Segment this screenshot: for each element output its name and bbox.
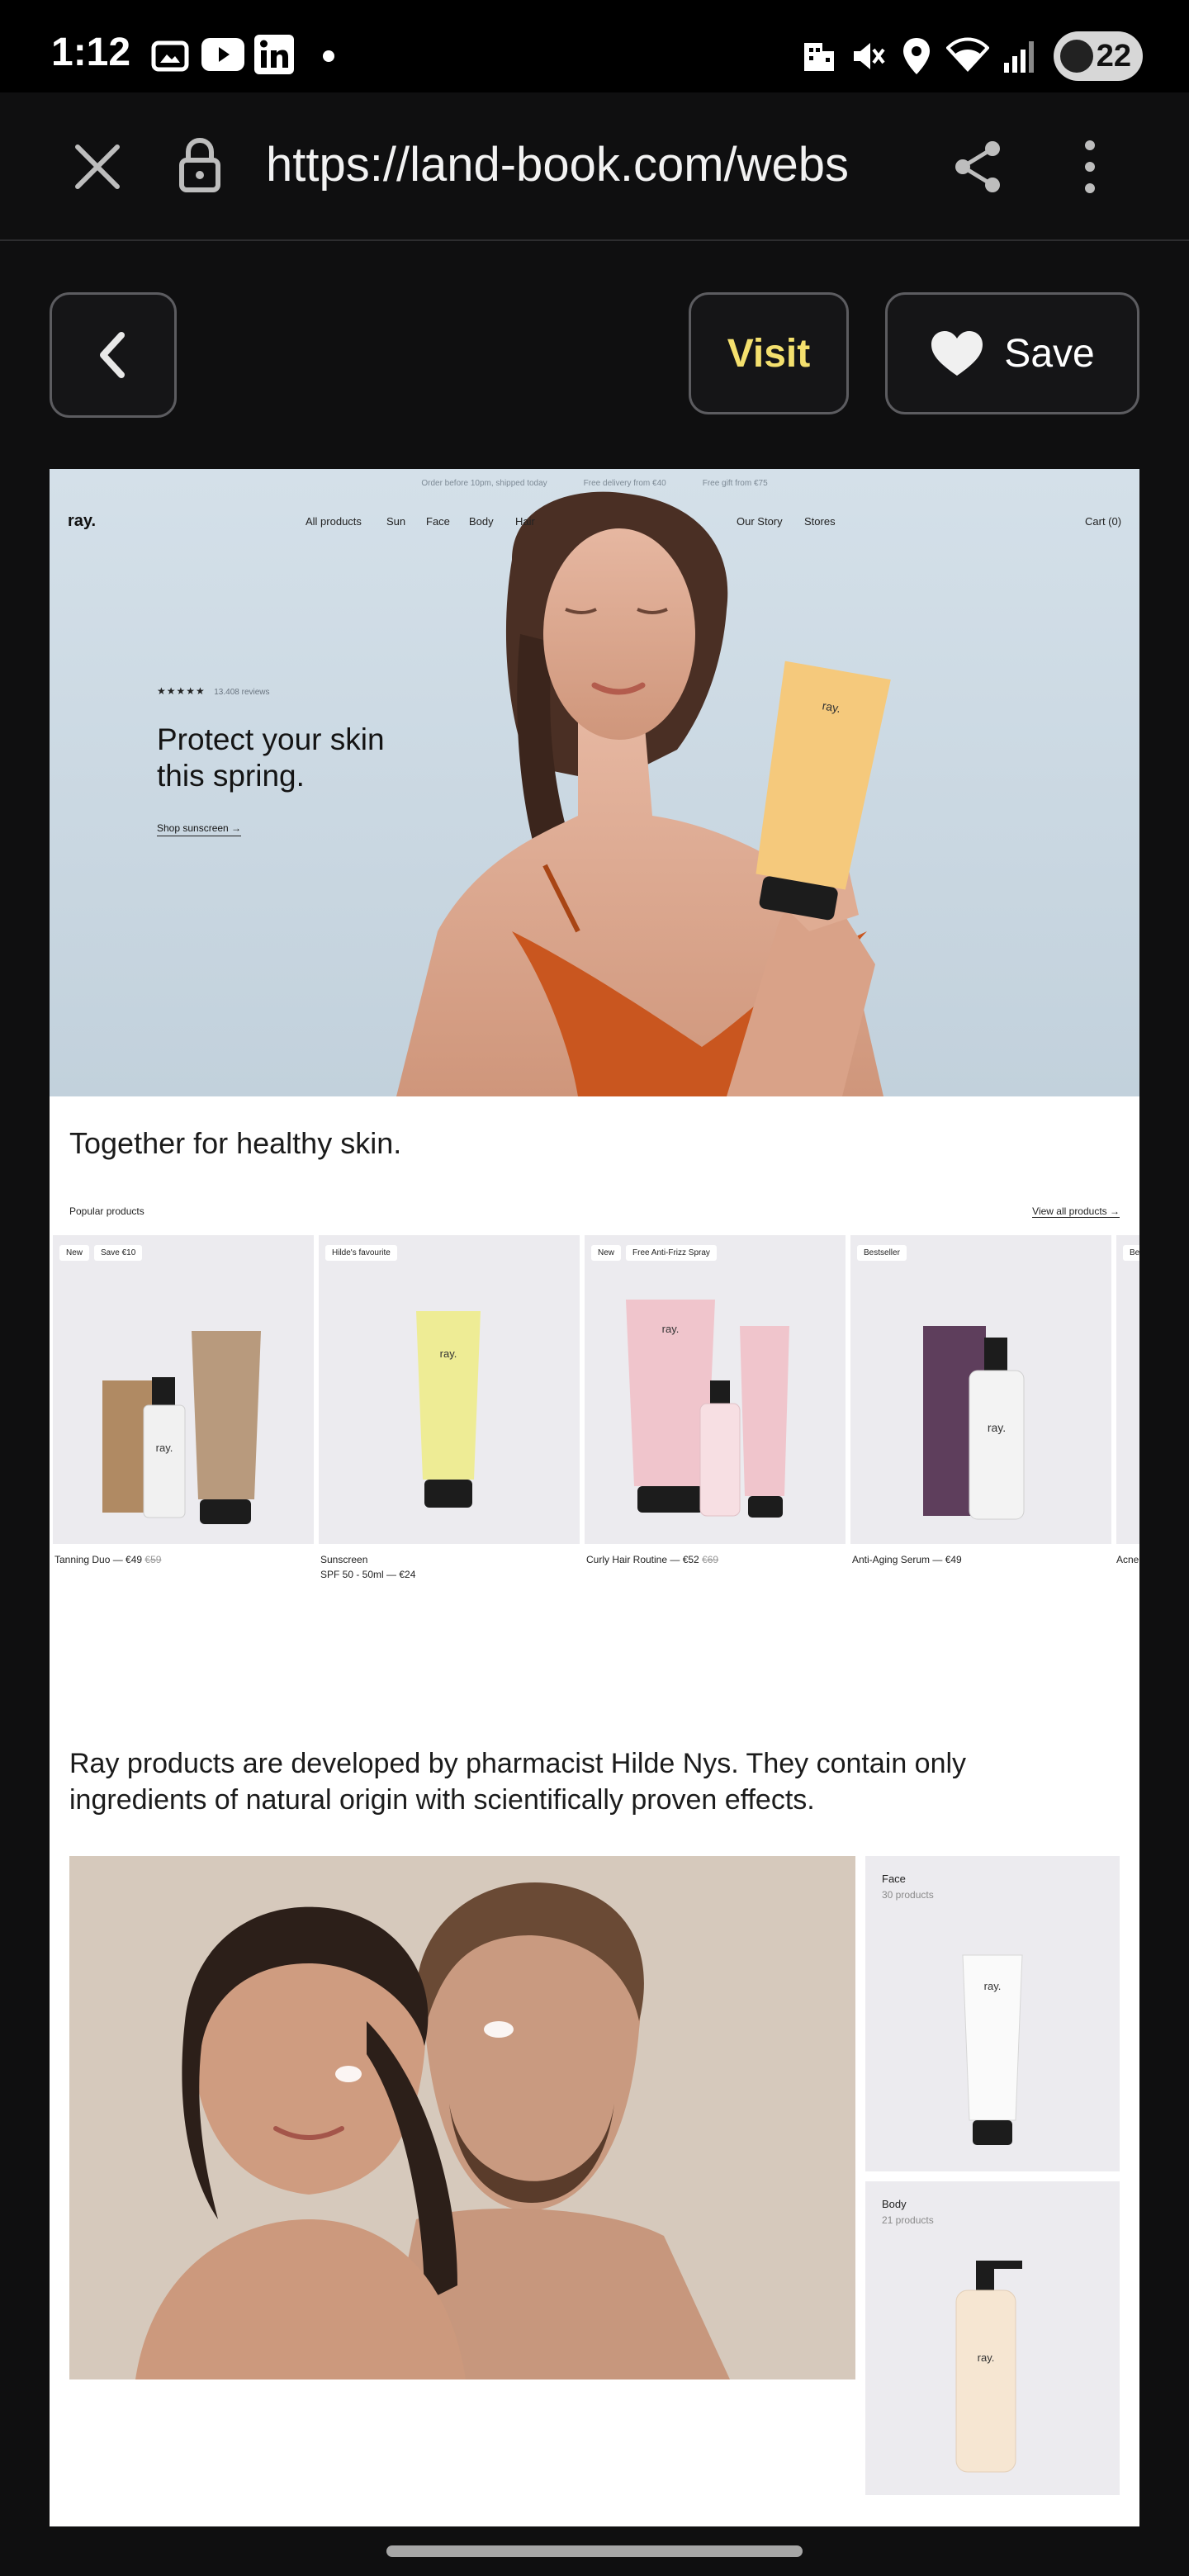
cart-link[interactable]: Cart (0)	[1085, 515, 1121, 528]
product-brand: ray.	[984, 1980, 1002, 1992]
hero-headline: Protect your skin this spring.	[157, 722, 385, 793]
visit-label: Visit	[727, 331, 811, 376]
product-badge: Be	[1123, 1245, 1139, 1261]
product-caption[interactable]: Curly Hair Routine — €52 €69	[586, 1552, 718, 1567]
category-image: ray.	[962, 1954, 1023, 2145]
location-icon	[903, 38, 930, 74]
product-brand: ray.	[662, 1323, 680, 1335]
announcement-item: Free delivery from €40	[583, 478, 666, 488]
brand-statement: Ray products are developed by pharmacist…	[69, 1748, 967, 1816]
product-caption[interactable]: Anti-Aging Serum — €49	[852, 1552, 962, 1567]
youtube-icon	[201, 38, 244, 71]
nav-item-hair[interactable]: Hair	[515, 515, 535, 528]
save-button[interactable]: Save	[885, 292, 1139, 414]
product-card-sunscreen[interactable]: Hilde's favourite ray.	[319, 1235, 580, 1544]
url-text[interactable]: https://land-book.com/webs	[266, 137, 910, 192]
visit-button[interactable]: Visit	[689, 292, 849, 414]
linkedin-icon	[254, 35, 294, 74]
nav-item-all-products[interactable]: All products	[306, 515, 362, 528]
product-image: ray.	[102, 1331, 261, 1524]
announcement-bar: Order before 10pm, shipped today Free de…	[50, 469, 1139, 497]
product-old-price: €69	[702, 1554, 719, 1565]
website-preview[interactable]: ray. Order before 10pm, shipped today Fr…	[50, 469, 1139, 2526]
shop-sunscreen-link[interactable]: Shop sunscreen →	[157, 822, 242, 836]
popular-products-title: Popular products	[69, 1205, 144, 1217]
couple-photo	[69, 1856, 855, 2379]
product-name-price: Acne	[1116, 1554, 1139, 1565]
nav-item-face[interactable]: Face	[426, 515, 450, 528]
nav-item-sun[interactable]: Sun	[386, 515, 405, 528]
product-variant-price: SPF 50 - 50ml — €24	[320, 1569, 416, 1580]
building-icon	[804, 43, 834, 71]
product-brand: ray.	[440, 1347, 457, 1360]
product-name-price: Tanning Duo — €49	[54, 1554, 143, 1565]
battery-level: 22	[1096, 38, 1131, 73]
signal-icon	[1004, 41, 1034, 73]
product-card-anti-aging-serum[interactable]: Bestseller ray.	[850, 1235, 1111, 1544]
announcement-item: Order before 10pm, shipped today	[421, 478, 547, 488]
nav-item-stores[interactable]: Stores	[804, 515, 836, 528]
category-card-body[interactable]: Body 21 products ray.	[865, 2181, 1120, 2495]
wifi-icon	[946, 37, 989, 72]
battery-indicator: 22	[1054, 31, 1143, 81]
share-icon[interactable]	[953, 140, 1002, 193]
notification-dot-icon	[323, 50, 334, 62]
close-icon[interactable]	[73, 142, 122, 192]
product-caption[interactable]: Sunscreen SPF 50 - 50ml — €24	[320, 1552, 415, 1582]
product-brand: ray.	[988, 1421, 1006, 1434]
product-card-tanning-duo[interactable]: New Save €10 ray.	[53, 1235, 314, 1544]
battery-saver-icon	[1060, 40, 1093, 73]
product-caption[interactable]: Acne	[1116, 1552, 1139, 1567]
category-image: ray.	[955, 2261, 1022, 2473]
nav-item-our-story[interactable]: Our Story	[737, 515, 783, 528]
product-card-curly-hair-routine[interactable]: New Free Anti-Frizz Spray ray.	[585, 1235, 846, 1544]
more-menu-icon[interactable]	[1082, 139, 1098, 195]
mute-icon	[854, 43, 885, 69]
save-label: Save	[1004, 331, 1095, 376]
product-brand: ray.	[978, 2351, 995, 2364]
gesture-bar[interactable]	[386, 2545, 803, 2557]
site-nav: ray. All products Sun Face Body Hair Our…	[50, 505, 1139, 538]
rating-stars: ★★★★★	[157, 685, 206, 697]
couple-image	[69, 1856, 855, 2379]
screenshot-icon	[151, 40, 189, 72]
product-name-price: Curly Hair Routine — €52	[586, 1554, 699, 1565]
view-all-products-link[interactable]: View all products →	[1032, 1205, 1120, 1218]
chevron-left-icon	[100, 332, 125, 378]
product-caption[interactable]: Tanning Duo — €49 €59	[54, 1552, 161, 1567]
hero-section: ray. Order before 10pm, shipped today Fr…	[50, 469, 1139, 1096]
announcement-item: Free gift from €75	[702, 478, 768, 488]
product-old-price: €59	[144, 1554, 162, 1565]
review-count: 13.408 reviews	[214, 688, 270, 697]
status-bar: 1:12 22	[0, 0, 1189, 92]
category-card-face[interactable]: Face 30 products ray.	[865, 1856, 1120, 2171]
tagline: Together for healthy skin.	[69, 1126, 402, 1160]
product-brand: ray.	[156, 1442, 173, 1454]
product-image: ray.	[416, 1311, 481, 1508]
back-button[interactable]	[50, 292, 177, 418]
browser-url-bar: https://land-book.com/webs	[0, 92, 1189, 241]
site-logo[interactable]: ray.	[68, 512, 96, 531]
product-name-price: Anti-Aging Serum — €49	[852, 1554, 962, 1565]
product-card-acne[interactable]: Be	[1116, 1235, 1139, 1544]
lock-icon[interactable]	[177, 137, 223, 193]
product-name: Sunscreen	[320, 1554, 368, 1565]
product-image: ray.	[626, 1300, 789, 1518]
hero-text: ★★★★★ 13.408 reviews Protect your skin t…	[157, 684, 405, 836]
heart-icon	[931, 331, 983, 376]
status-time: 1:12	[51, 31, 131, 74]
product-image: ray.	[923, 1326, 1025, 1520]
nav-item-body[interactable]: Body	[469, 515, 494, 528]
